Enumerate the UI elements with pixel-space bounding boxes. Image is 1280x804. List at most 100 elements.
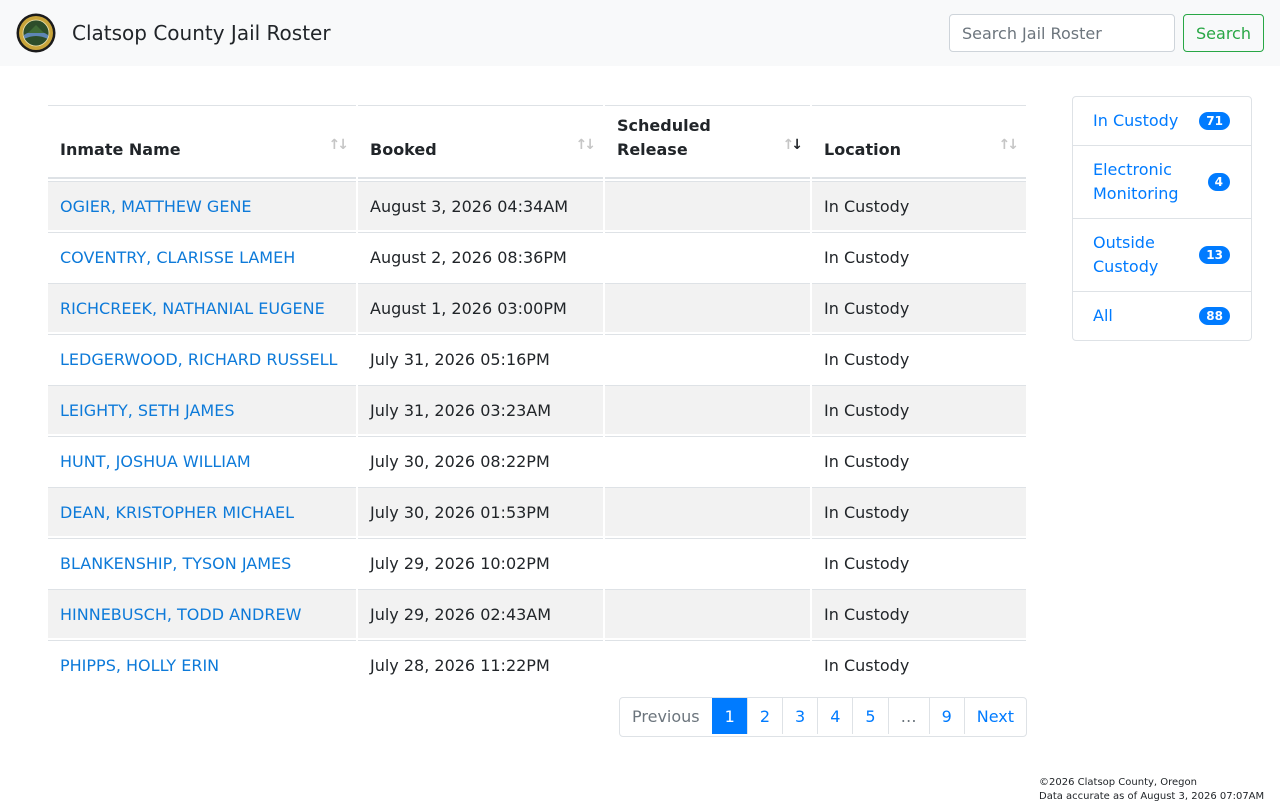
table-row: RICHCREEK, NATHANIAL EUGENE August 1, 20… <box>48 283 1026 332</box>
column-header-label: Inmate Name <box>60 140 181 159</box>
filter-label: In Custody <box>1093 111 1179 130</box>
cell-inmate-name: COVENTRY, CLARISSE LAMEH <box>48 232 356 281</box>
filter-in-custody[interactable]: In Custody 71 <box>1073 97 1251 145</box>
cell-scheduled-release <box>605 181 810 230</box>
cell-booked: July 28, 2026 11:22PM <box>358 640 603 689</box>
pagination-page[interactable]: 3 <box>782 698 817 734</box>
table-row: DEAN, KRISTOPHER MICHAEL July 30, 2026 0… <box>48 487 1026 536</box>
page-title[interactable]: Clatsop County Jail Roster <box>72 20 331 46</box>
count-badge: 4 <box>1207 173 1230 191</box>
cell-scheduled-release <box>605 640 810 689</box>
pagination-page[interactable]: 2 <box>746 698 782 734</box>
cell-booked: August 2, 2026 08:36PM <box>358 232 603 281</box>
table-row: HINNEBUSCH, TODD ANDREW July 29, 2026 02… <box>48 589 1026 638</box>
cell-location: In Custody <box>812 538 1026 587</box>
pagination-next[interactable]: Next <box>963 698 1026 734</box>
column-header-inmate-name[interactable]: Inmate Name ↑↓ <box>48 105 356 179</box>
cell-booked: July 29, 2026 10:02PM <box>358 538 603 587</box>
cell-scheduled-release <box>605 385 810 434</box>
cell-inmate-name: DEAN, KRISTOPHER MICHAEL <box>48 487 356 536</box>
column-header-scheduled-release[interactable]: Scheduled Release ↑↓ <box>605 105 810 179</box>
pagination-ellipsis: … <box>887 698 929 734</box>
filter-outside-custody[interactable]: Outside Custody 13 <box>1073 218 1251 291</box>
cell-inmate-name: LEDGERWOOD, RICHARD RUSSELL <box>48 334 356 383</box>
cell-inmate-name: LEIGHTY, SETH JAMES <box>48 385 356 434</box>
count-badge: 71 <box>1199 112 1230 130</box>
cell-booked: July 30, 2026 01:53PM <box>358 487 603 536</box>
pagination: Previous 1 2 3 4 5 … 9 Next <box>619 697 1028 737</box>
cell-inmate-name: RICHCREEK, NATHANIAL EUGENE <box>48 283 356 332</box>
count-badge: 13 <box>1199 246 1230 264</box>
inmate-name-link[interactable]: LEIGHTY, SETH JAMES <box>60 401 235 420</box>
cell-scheduled-release <box>605 283 810 332</box>
cell-booked: July 31, 2026 03:23AM <box>358 385 603 434</box>
count-badge: 88 <box>1199 307 1230 325</box>
filter-electronic-monitoring[interactable]: Electronic Monitoring 4 <box>1073 145 1251 218</box>
custody-filter-list: In Custody 71 Electronic Monitoring 4 Ou… <box>1072 96 1252 341</box>
cell-booked: August 3, 2026 04:34AM <box>358 181 603 230</box>
filter-all[interactable]: All 88 <box>1073 291 1251 340</box>
search-input[interactable] <box>949 14 1175 52</box>
pagination-page[interactable]: 4 <box>817 698 852 734</box>
filter-label: All <box>1093 306 1113 325</box>
filter-label: Electronic Monitoring <box>1093 160 1179 203</box>
column-header-location[interactable]: Location ↑↓ <box>812 105 1026 179</box>
sort-arrows-active-icon: ↑↓ <box>782 137 803 153</box>
table-row: PHIPPS, HOLLY ERIN July 28, 2026 11:22PM… <box>48 640 1026 689</box>
filter-label: Outside Custody <box>1093 233 1159 276</box>
roster-table: Inmate Name ↑↓ Booked ↑↓ Scheduled Relea… <box>46 103 1028 691</box>
inmate-name-link[interactable]: HINNEBUSCH, TODD ANDREW <box>60 605 301 624</box>
inmate-name-link[interactable]: BLANKENSHIP, TYSON JAMES <box>60 554 291 573</box>
cell-location: In Custody <box>812 181 1026 230</box>
sort-arrows-icon: ↑↓ <box>575 137 597 153</box>
cell-booked: July 29, 2026 02:43AM <box>358 589 603 638</box>
cell-location: In Custody <box>812 640 1026 689</box>
pagination-previous[interactable]: Previous <box>620 698 712 734</box>
column-header-label: Scheduled Release <box>617 116 711 159</box>
inmate-name-link[interactable]: LEDGERWOOD, RICHARD RUSSELL <box>60 350 337 369</box>
sort-arrows-icon: ↑↓ <box>998 137 1020 153</box>
cell-inmate-name: BLANKENSHIP, TYSON JAMES <box>48 538 356 587</box>
inmate-name-link[interactable]: DEAN, KRISTOPHER MICHAEL <box>60 503 294 522</box>
pagination-page-current[interactable]: 1 <box>711 698 747 734</box>
search-button[interactable]: Search <box>1183 14 1264 52</box>
pagination-page-last[interactable]: 9 <box>928 698 964 734</box>
cell-location: In Custody <box>812 487 1026 536</box>
column-header-label: Booked <box>370 140 437 159</box>
table-row: HUNT, JOSHUA WILLIAM July 30, 2026 08:22… <box>48 436 1026 485</box>
top-navbar: Clatsop County Jail Roster Search <box>0 0 1280 66</box>
table-header-row: Inmate Name ↑↓ Booked ↑↓ Scheduled Relea… <box>48 105 1026 179</box>
table-row: OGIER, MATTHEW GENE August 3, 2026 04:34… <box>48 181 1026 230</box>
cell-location: In Custody <box>812 232 1026 281</box>
table-row: LEDGERWOOD, RICHARD RUSSELL July 31, 202… <box>48 334 1026 383</box>
table-row: COVENTRY, CLARISSE LAMEH August 2, 2026 … <box>48 232 1026 281</box>
cell-booked: July 31, 2026 05:16PM <box>358 334 603 383</box>
cell-location: In Custody <box>812 436 1026 485</box>
table-row: LEIGHTY, SETH JAMES July 31, 2026 03:23A… <box>48 385 1026 434</box>
cell-booked: July 30, 2026 08:22PM <box>358 436 603 485</box>
cell-inmate-name: PHIPPS, HOLLY ERIN <box>48 640 356 689</box>
inmate-name-link[interactable]: HUNT, JOSHUA WILLIAM <box>60 452 251 471</box>
cell-inmate-name: HUNT, JOSHUA WILLIAM <box>48 436 356 485</box>
footer-copyright: ©2026 Clatsop County, Oregon <box>1039 777 1197 788</box>
cell-booked: August 1, 2026 03:00PM <box>358 283 603 332</box>
cell-scheduled-release <box>605 436 810 485</box>
cell-location: In Custody <box>812 589 1026 638</box>
table-row: BLANKENSHIP, TYSON JAMES July 29, 2026 1… <box>48 538 1026 587</box>
inmate-name-link[interactable]: RICHCREEK, NATHANIAL EUGENE <box>60 299 325 318</box>
pagination-page[interactable]: 5 <box>852 698 887 734</box>
county-seal-icon[interactable] <box>16 13 56 53</box>
sort-arrows-icon: ↑↓ <box>328 137 350 153</box>
cell-inmate-name: OGIER, MATTHEW GENE <box>48 181 356 230</box>
cell-location: In Custody <box>812 385 1026 434</box>
cell-location: In Custody <box>812 283 1026 332</box>
cell-scheduled-release <box>605 589 810 638</box>
inmate-name-link[interactable]: COVENTRY, CLARISSE LAMEH <box>60 248 295 267</box>
column-header-booked[interactable]: Booked ↑↓ <box>358 105 603 179</box>
cell-location: In Custody <box>812 334 1026 383</box>
inmate-name-link[interactable]: OGIER, MATTHEW GENE <box>60 197 252 216</box>
cell-inmate-name: HINNEBUSCH, TODD ANDREW <box>48 589 356 638</box>
cell-scheduled-release <box>605 538 810 587</box>
inmate-name-link[interactable]: PHIPPS, HOLLY ERIN <box>60 656 219 675</box>
cell-scheduled-release <box>605 232 810 281</box>
